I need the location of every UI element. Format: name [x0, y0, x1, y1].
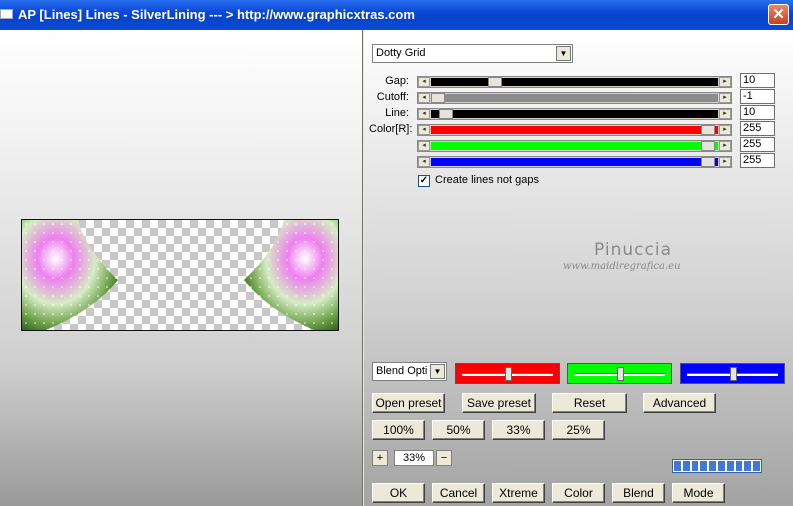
- slider-thumb[interactable]: [701, 125, 715, 135]
- arrow-right-icon[interactable]: ▸: [719, 125, 731, 135]
- color-blend-slider[interactable]: [680, 363, 785, 384]
- progress-segment: [709, 461, 716, 471]
- arrow-left-icon[interactable]: ◂: [418, 109, 430, 119]
- preview-image: [21, 219, 339, 331]
- preset-dropdown-value: Dotty Grid: [376, 47, 426, 59]
- app-icon: [0, 9, 13, 19]
- reset-button[interactable]: Reset: [552, 393, 627, 413]
- title-bar: AP [Lines] Lines - SilverLining --- > ht…: [0, 0, 793, 30]
- color-blend-slider[interactable]: [567, 363, 672, 384]
- create-lines-checkbox[interactable]: ✓: [418, 175, 430, 187]
- arrow-left-icon[interactable]: ◂: [418, 93, 430, 103]
- progress-segment: [674, 461, 681, 471]
- arrow-right-icon[interactable]: ▸: [719, 141, 731, 151]
- arrow-right-icon[interactable]: ▸: [719, 93, 731, 103]
- slider-label: Line:: [385, 107, 409, 119]
- slider-thumb[interactable]: [431, 93, 445, 103]
- control-pane: Dotty Grid ▼ Gap: ◂ ▸ 10 Cutoff: ◂ ▸ -1 Line: ◂ ▸ 1…: [364, 30, 793, 506]
- slider-thumb[interactable]: [439, 109, 453, 119]
- blend-options-value: Blend Opti: [376, 365, 428, 377]
- slider-track[interactable]: [431, 126, 718, 134]
- slider-value-field[interactable]: 255: [740, 137, 775, 152]
- create-lines-label: Create lines not gaps: [435, 174, 539, 186]
- color-blend-slider[interactable]: [455, 363, 560, 384]
- cancel-button[interactable]: Cancel: [432, 483, 485, 503]
- window-title: AP [Lines] Lines - SilverLining --- > ht…: [18, 7, 415, 22]
- progress-segment: [717, 461, 725, 471]
- slider-thumb[interactable]: [701, 141, 715, 151]
- arrow-left-icon[interactable]: ◂: [418, 77, 430, 87]
- progress-segment: [735, 461, 743, 471]
- slider[interactable]: ◂ ▸: [417, 124, 732, 136]
- zoom-50-button[interactable]: 50%: [432, 420, 485, 440]
- slider[interactable]: ◂ ▸: [417, 108, 732, 120]
- watermark-url: www.maidiregrafica.eu: [563, 261, 681, 272]
- zoom-25-button[interactable]: 25%: [552, 420, 605, 440]
- arrow-left-icon[interactable]: ◂: [418, 157, 430, 167]
- mode-button[interactable]: Mode: [672, 483, 725, 503]
- ok-button[interactable]: OK: [372, 483, 425, 503]
- color-blend-thumb[interactable]: [617, 367, 624, 381]
- xtreme-button[interactable]: Xtreme: [492, 483, 545, 503]
- arrow-right-icon[interactable]: ▸: [719, 109, 731, 119]
- watermark-name: Pinuccia: [594, 240, 672, 260]
- slider-label: Cutoff:: [376, 91, 409, 103]
- slider-value-field[interactable]: 10: [740, 105, 775, 120]
- slider-value-field[interactable]: 10: [740, 73, 775, 88]
- zoom-out-button[interactable]: −: [436, 450, 452, 466]
- slider[interactable]: ◂ ▸: [417, 92, 732, 104]
- zoom-33-button[interactable]: 33%: [492, 420, 545, 440]
- save-preset-button[interactable]: Save preset: [462, 393, 536, 413]
- chevron-down-icon[interactable]: ▼: [556, 46, 571, 61]
- slider[interactable]: ◂ ▸: [417, 140, 732, 152]
- chevron-down-icon[interactable]: ▼: [430, 364, 445, 379]
- arrow-left-icon[interactable]: ◂: [418, 125, 430, 135]
- slider-thumb[interactable]: [701, 157, 715, 167]
- zoom-field[interactable]: 33%: [394, 450, 434, 466]
- progress-segment: [700, 461, 708, 471]
- arrow-right-icon[interactable]: ▸: [719, 77, 731, 87]
- progress-segment: [682, 461, 690, 471]
- preview-pane: [0, 30, 363, 506]
- progress-segment: [726, 461, 734, 471]
- slider-track[interactable]: [431, 110, 718, 118]
- blend-button[interactable]: Blend: [612, 483, 665, 503]
- color-blend-thumb[interactable]: [730, 367, 737, 381]
- slider-label: Color[R]:: [369, 123, 413, 135]
- slider-label: Gap:: [385, 75, 409, 87]
- slider-track[interactable]: [431, 158, 718, 166]
- progress-segment: [753, 461, 760, 471]
- slider-value-field[interactable]: 255: [740, 153, 775, 168]
- open-preset-button[interactable]: Open preset: [372, 393, 445, 413]
- slider-track[interactable]: [431, 78, 718, 86]
- progress-bar: [672, 459, 762, 473]
- progress-segment: [691, 461, 699, 471]
- slider[interactable]: ◂ ▸: [417, 156, 732, 168]
- advanced-button[interactable]: Advanced: [643, 393, 716, 413]
- preset-dropdown[interactable]: Dotty Grid ▼: [372, 44, 573, 63]
- slider-track[interactable]: [431, 142, 718, 150]
- slider-track[interactable]: [431, 94, 718, 102]
- slider[interactable]: ◂ ▸: [417, 76, 732, 88]
- blend-options-dropdown[interactable]: Blend Opti ▼: [372, 362, 447, 381]
- progress-segment: [744, 461, 752, 471]
- zoom-in-button[interactable]: +: [372, 450, 388, 466]
- color-button[interactable]: Color: [552, 483, 605, 503]
- arrow-left-icon[interactable]: ◂: [418, 141, 430, 151]
- slider-value-field[interactable]: 255: [740, 121, 775, 136]
- close-button[interactable]: ✕: [768, 4, 789, 25]
- zoom-100-button[interactable]: 100%: [372, 420, 425, 440]
- slider-thumb[interactable]: [488, 77, 502, 87]
- slider-value-field[interactable]: -1: [740, 89, 775, 104]
- arrow-right-icon[interactable]: ▸: [719, 157, 731, 167]
- color-blend-thumb[interactable]: [505, 367, 512, 381]
